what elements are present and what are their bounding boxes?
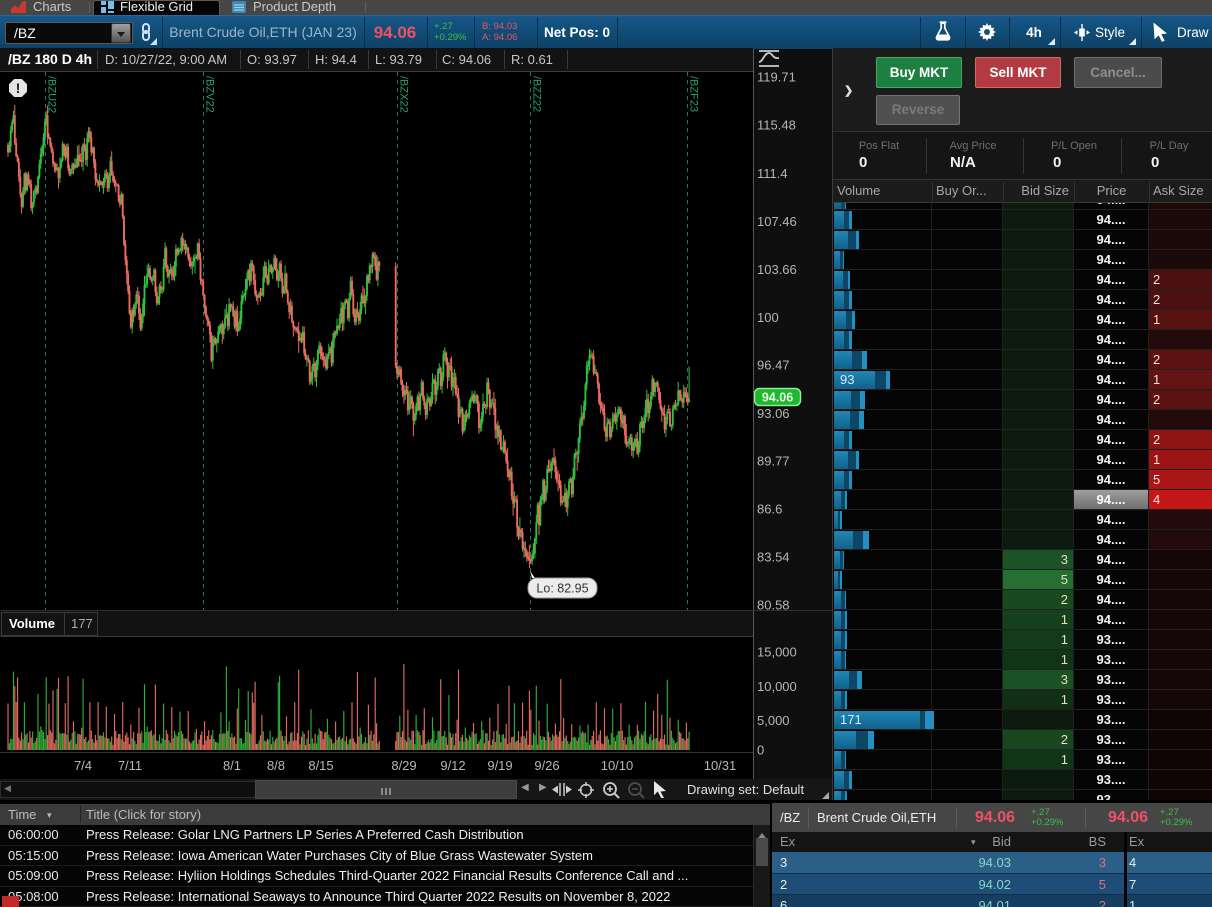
svg-text:86.6: 86.6 <box>757 502 782 517</box>
svg-text:!: ! <box>16 81 21 96</box>
svg-text:93.06: 93.06 <box>757 406 790 421</box>
svg-text:10,000: 10,000 <box>757 679 797 694</box>
svg-text:Lo: 82.95: Lo: 82.95 <box>536 582 588 596</box>
svg-text:94.06: 94.06 <box>762 391 793 405</box>
svg-text:/BZV22: /BZV22 <box>204 76 216 113</box>
svg-text:111.4: 111.4 <box>757 166 788 181</box>
svg-text:83.54: 83.54 <box>757 550 790 565</box>
svg-text:/BZF23: /BZF23 <box>688 76 700 112</box>
svg-text:115.48: 115.48 <box>757 118 796 133</box>
svg-text:100: 100 <box>757 310 779 325</box>
svg-text:/BZZ22: /BZZ22 <box>531 76 543 112</box>
svg-text:103.66: 103.66 <box>757 262 797 277</box>
svg-text:15,000: 15,000 <box>757 645 797 660</box>
svg-text:0: 0 <box>757 743 764 758</box>
svg-text:119.71: 119.71 <box>757 70 796 85</box>
svg-text:89.77: 89.77 <box>757 454 790 469</box>
svg-text:5,000: 5,000 <box>757 713 790 728</box>
svg-text:107.46: 107.46 <box>757 214 797 229</box>
svg-text:/BZX22: /BZX22 <box>398 76 410 113</box>
svg-text:96.47: 96.47 <box>757 358 790 373</box>
